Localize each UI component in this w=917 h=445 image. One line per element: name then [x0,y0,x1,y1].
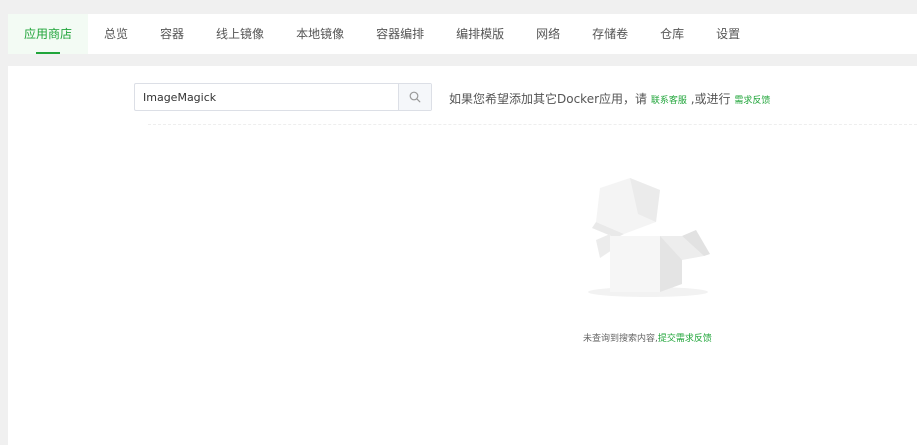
hint-text: 如果您希望添加其它Docker应用，请 [449,92,648,106]
tab-registry[interactable]: 仓库 [644,14,700,54]
search-input[interactable] [135,84,398,110]
tab-network[interactable]: 网络 [520,14,576,54]
empty-state-message: 未查询到搜索内容,提交需求反馈 [583,331,712,344]
tab-online-images[interactable]: 线上镜像 [200,14,280,54]
tab-containers[interactable]: 容器 [144,14,200,54]
hint-middle-text: ,或进行 [690,92,731,106]
tab-bar: 应用商店 总览 容器 线上镜像 本地镜像 容器编排 编排模版 网络 存储卷 仓库… [8,14,917,54]
tab-compose-templates[interactable]: 编排模版 [440,14,520,54]
tab-app-store[interactable]: 应用商店 [8,14,89,54]
search-button[interactable] [398,84,431,110]
tab-settings[interactable]: 设置 [700,14,756,54]
tab-container-compose[interactable]: 容器编排 [360,14,440,54]
empty-state-text: 未查询到搜索内容, [583,334,658,344]
contact-support-link[interactable]: 联系客服 [651,96,687,106]
divider [148,124,917,125]
add-app-hint: 如果您希望添加其它Docker应用，请 联系客服 ,或进行 需求反馈 [449,90,770,107]
search-box [134,83,432,111]
app-store-panel: 如果您希望添加其它Docker应用，请 联系客服 ,或进行 需求反馈 未查询到搜… [8,66,917,445]
search-icon [409,91,421,103]
feedback-link[interactable]: 需求反馈 [734,96,770,106]
tab-volumes[interactable]: 存储卷 [576,14,644,54]
empty-box-illustration [588,178,710,297]
tab-overview[interactable]: 总览 [88,14,144,54]
tab-local-images[interactable]: 本地镜像 [280,14,360,54]
submit-feedback-link[interactable]: 提交需求反馈 [658,334,712,344]
